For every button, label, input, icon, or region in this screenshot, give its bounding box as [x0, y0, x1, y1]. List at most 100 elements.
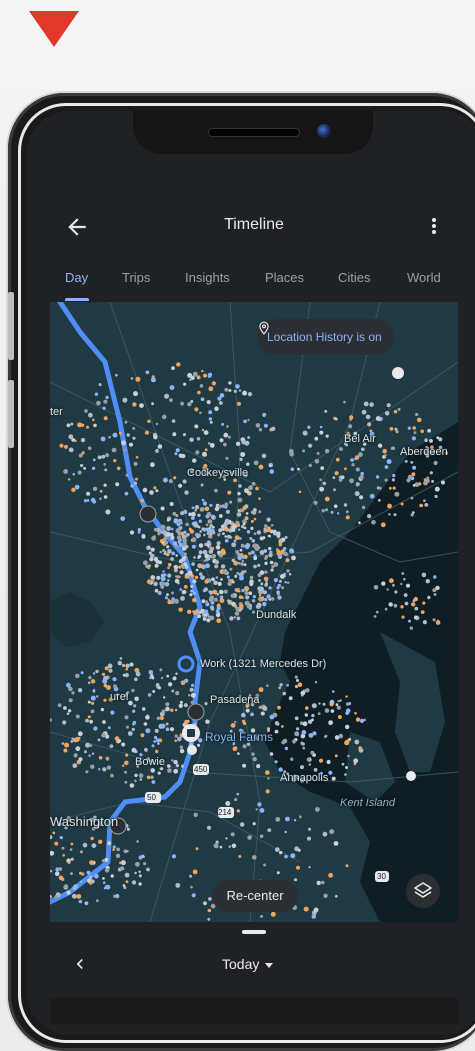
visit-dot [175, 554, 178, 557]
visit-dot [198, 550, 203, 555]
visit-dot [269, 469, 275, 474]
visit-dot [300, 765, 304, 770]
visit-dot [210, 528, 215, 533]
visit-dot [162, 542, 167, 546]
visit-dot [268, 586, 272, 590]
visit-dot [242, 505, 247, 510]
visit-dot [314, 459, 320, 464]
visit-dot [241, 559, 245, 563]
visit-dot [110, 710, 115, 715]
visit-dot [274, 760, 278, 764]
tab-cities[interactable]: Cities [338, 270, 371, 285]
visit-dot [375, 416, 381, 421]
visit-dot [391, 478, 395, 482]
visit-dot [426, 476, 430, 480]
visit-dot [178, 607, 183, 612]
visit-dot [63, 706, 67, 710]
location-history-chip[interactable]: Location History is on [257, 319, 394, 355]
date-selector[interactable]: Today [222, 956, 274, 972]
visit-dot [139, 778, 143, 781]
visit-dot [201, 599, 206, 604]
visit-dot [241, 439, 247, 445]
visit-dot [161, 709, 166, 714]
visit-dot [224, 505, 228, 509]
visit-dot [155, 749, 159, 754]
tab-day[interactable]: Day [65, 270, 88, 285]
visit-dot [323, 893, 328, 898]
map-view[interactable]: 50 214 450 30 Location History is on ter… [50, 302, 458, 922]
visit-dot [160, 506, 165, 511]
visit-dot [324, 448, 330, 454]
visit-dot [375, 610, 379, 614]
visit-dot [375, 475, 380, 479]
visit-dot [215, 840, 219, 844]
visit-dot [346, 510, 349, 514]
visit-dot [286, 683, 289, 687]
visit-dot [163, 573, 167, 577]
recenter-button[interactable]: Re-center [212, 880, 298, 912]
more-options-button[interactable] [424, 216, 444, 238]
visit-dot [242, 390, 248, 396]
visit-dot [225, 509, 230, 514]
visit-dot [209, 615, 215, 621]
visit-dot [215, 565, 218, 569]
tab-insights[interactable]: Insights [185, 270, 230, 285]
visit-dot [424, 438, 428, 442]
visit-dot [236, 401, 242, 406]
visit-dot [59, 443, 64, 448]
visit-dot [244, 488, 249, 493]
visit-dot [146, 867, 150, 872]
visit-dot [119, 657, 123, 660]
visit-dot [289, 548, 294, 554]
visit-dot [128, 700, 133, 706]
map-label-cockeysville: Cockeysville [187, 467, 249, 479]
visit-dot [142, 487, 148, 493]
visit-dot [278, 579, 282, 583]
visit-dot [231, 542, 237, 548]
visit-dot [392, 486, 396, 490]
visit-dot [157, 591, 162, 595]
map-label-ster: ter [50, 406, 63, 418]
visit-dot [70, 857, 74, 861]
visit-dot [208, 417, 213, 421]
visit-dot [132, 436, 136, 440]
visit-dot [135, 861, 140, 867]
visit-dot [253, 564, 257, 569]
tab-places[interactable]: Places [265, 270, 304, 285]
visit-dot [157, 742, 160, 745]
visit-dot [333, 504, 338, 508]
visit-dot [286, 569, 290, 573]
visit-dot [105, 756, 110, 761]
visit-dot [404, 459, 408, 463]
tab-world[interactable]: World [407, 270, 441, 285]
tab-bar: Day Trips Insights Places Cities World [50, 258, 458, 302]
tab-trips[interactable]: Trips [122, 270, 150, 285]
visit-dot [187, 402, 192, 407]
visit-dot [99, 489, 103, 493]
layers-button[interactable] [406, 874, 440, 908]
visit-dot [131, 880, 137, 885]
visit-dot [134, 773, 138, 777]
visit-dot [195, 568, 199, 572]
visit-dot [238, 572, 244, 577]
visit-dot [225, 837, 228, 840]
previous-day-button[interactable] [70, 954, 90, 980]
visit-dot [224, 538, 229, 543]
visit-dot [326, 759, 331, 765]
visit-dot [301, 693, 304, 697]
visit-dot [250, 519, 254, 523]
visit-dot [192, 869, 198, 875]
visit-dot [140, 498, 145, 503]
visit-dot [66, 682, 71, 688]
visit-dot [301, 730, 307, 735]
visit-dot [197, 390, 201, 395]
visit-dot [148, 670, 154, 675]
visit-dot [249, 581, 254, 587]
visit-dot [159, 550, 162, 554]
work-marker[interactable] [177, 655, 195, 673]
date-label: Today [222, 956, 260, 972]
visit-dot [259, 550, 265, 555]
visit-dot [76, 894, 82, 899]
visit-dot [174, 734, 178, 738]
sheet-drag-handle[interactable] [242, 930, 266, 934]
